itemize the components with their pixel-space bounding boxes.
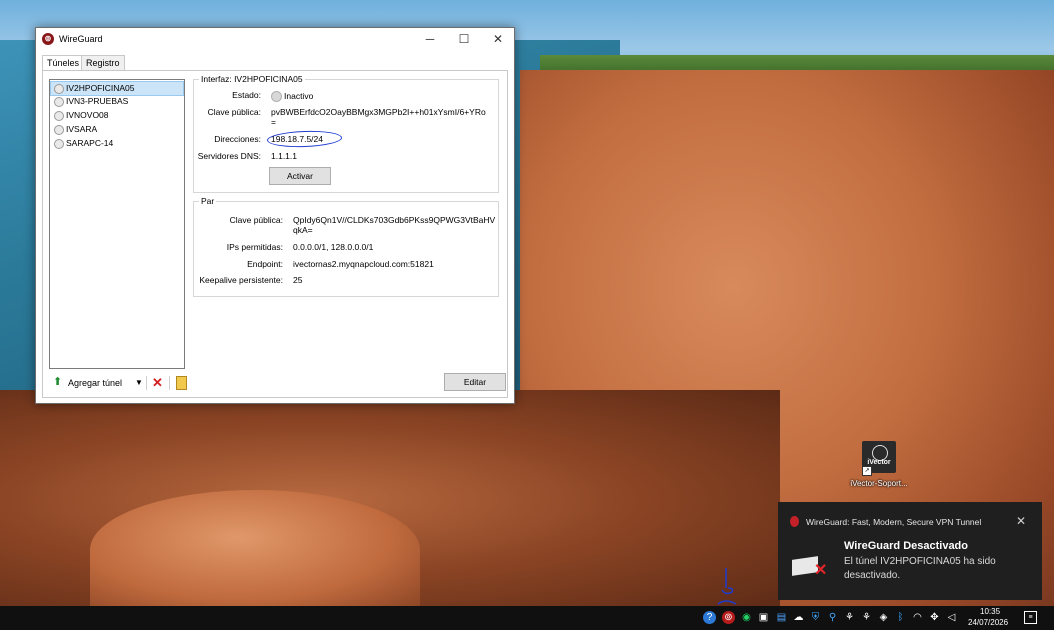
cloud-icon[interactable]: ☁ [792,611,805,624]
shortcut-icon-text: iVector [867,459,891,466]
export-zip-icon[interactable] [176,376,187,390]
dns-value[interactable]: 1.1.1.1 [271,151,297,161]
maximize-button[interactable]: ☐ [448,30,480,48]
status-label: Estado: [232,90,261,100]
dns-label: Servidores DNS: [197,151,261,161]
toolbar-divider [146,376,147,390]
peer-public-key-line: QpIdy6Qn1V//CLDKs703Gdb6PKss9QPWG3VtBaHV [293,215,496,225]
add-tunnel-button[interactable]: Agregar túnel [68,378,122,388]
peer-public-key-line: qkA= [293,225,313,235]
wireguard-dragon-icon: ⊚ [42,33,54,45]
endpoint-label: Endpoint: [247,259,283,269]
status-value: Inactivo [284,91,314,101]
annotation-arrow [717,568,737,605]
chevron-down-icon[interactable]: ▼ [135,378,143,387]
list-item[interactable]: IVN3-PRUEBAS [51,95,183,108]
tunnel-name: IV2HPOFICINA05 [66,83,135,93]
tunnel-name: IVNOVO08 [66,110,109,120]
public-key-line: pvBWBErfdcO2OayBBMgx3MGPb2I++h01xYsmI/6+… [271,107,486,117]
tunnels-panel: IV2HPOFICINA05 IVN3-PRUEBAS IVNOVO08 IVS… [42,70,508,398]
status-dot-icon [54,97,64,107]
status-dot-icon [271,91,282,102]
toast-app-name: WireGuard: Fast, Modern, Secure VPN Tunn… [806,517,982,527]
shortcut-label[interactable]: iVector-Soport... [842,479,916,488]
status-dot-icon [54,111,64,121]
interface-header: Interfaz: IV2HPOFICINA05 [199,74,305,84]
clock-time[interactable]: 10:35 [980,607,1000,616]
endpoint-value[interactable]: ivectornas2.myqnapcloud.com:51821 [293,259,434,269]
wireguard-dragon-icon [790,516,799,527]
public-key-line: = [271,117,276,127]
tab-tuneles[interactable]: Túneles [42,55,85,71]
network-app-icon[interactable]: ⚲ [826,611,839,624]
add-tunnel-icon[interactable]: ⬆ [53,377,65,388]
activate-button[interactable]: Activar [269,167,331,185]
public-key-label: Clave pública: [207,107,261,117]
vpn-disconnected-icon: ✕ [792,554,828,579]
toast-message: El túnel IV2HPOFICINA05 ha sido desactiv… [844,556,996,581]
taskbar: ? ⊚ ◉ ▣ ▤ ☁ ⛨ ⚲ ⚘ ⚘ ◈ ᛒ ◠ ✥ ◁ 10:35 24/0… [0,606,1054,630]
wireguard-window: ⊚ WireGuard ─ ☐ ✕ Túneles Registro IV2HP… [35,27,515,404]
keepalive-value[interactable]: 25 [293,275,302,285]
status-dot-icon [54,139,64,149]
peer-public-key-value[interactable]: QpIdy6Qn1V//CLDKs703Gdb6PKss9QPWG3VtBaHV… [293,215,495,235]
toast-title: WireGuard Desactivado [844,540,968,552]
peer-group: Par Clave pública: QpIdy6Qn1V//CLDKs703G… [193,196,499,297]
peer-header: Par [199,196,217,206]
tunnel-toolbar: ⬆ Agregar túnel ▼ ✕ [49,373,199,393]
list-item[interactable]: IV2HPOFICINA05 [50,81,184,96]
toolbar-divider [169,376,170,390]
toast-notification[interactable]: WireGuard: Fast, Modern, Secure VPN Tunn… [778,502,1042,600]
tunnel-list[interactable]: IV2HPOFICINA05 IVN3-PRUEBAS IVNOVO08 IVS… [49,79,185,369]
app-tray-icon[interactable]: ◈ [877,611,890,624]
peer-public-key-label: Clave pública: [229,215,283,225]
interface-group: Interfaz: IV2HPOFICINA05 Estado: Inactiv… [193,74,499,193]
allowed-ips-value[interactable]: 0.0.0.0/1, 128.0.0.0/1 [293,242,373,252]
wifi-icon[interactable]: ◠ [911,611,924,624]
close-button[interactable]: ✕ [482,30,514,48]
window-title: WireGuard [59,34,103,44]
list-item[interactable]: IVNOVO08 [51,109,183,122]
volume-icon[interactable]: ◁ [945,611,958,624]
app-tray-icon[interactable]: ⚘ [843,611,856,624]
tunnel-name: IVSARA [66,124,98,134]
status-dot-icon [54,125,64,135]
clock-date[interactable]: 24/07/2026 [968,618,1008,627]
status-dot-icon [54,84,64,94]
shield-icon[interactable]: ⛨ [809,611,822,624]
edit-button[interactable]: Editar [444,373,506,391]
app-tray-icon[interactable]: ▣ [757,611,770,624]
list-item[interactable]: SARAPC-14 [51,137,183,150]
app-tray-icon[interactable]: ⚘ [860,611,873,624]
list-item[interactable]: IVSARA [51,123,183,136]
title-bar[interactable]: ⊚ WireGuard ─ ☐ ✕ [36,28,514,51]
public-key-value[interactable]: pvBWBErfdcO2OayBBMgx3MGPb2I++h01xYsmI/6+… [271,107,493,127]
wireguard-tray-icon[interactable]: ⊚ [722,611,735,624]
whatsapp-icon[interactable]: ◉ [740,611,753,624]
minimize-button[interactable]: ─ [414,30,446,48]
addresses-label: Direcciones: [214,134,261,144]
allowed-ips-label: IPs permitidas: [226,242,283,252]
bluetooth-icon[interactable]: ᛒ [894,611,907,624]
desktop-wallpaper-rock [90,490,420,610]
notification-center-icon[interactable]: ≡ [1024,611,1037,624]
tab-registro[interactable]: Registro [81,55,125,70]
app-tray-icon[interactable]: ▤ [775,611,788,624]
keepalive-label: Keepalive persistente: [199,275,283,285]
app-tray-icon[interactable]: ✥ [928,611,941,624]
tunnel-name: SARAPC-14 [66,138,114,148]
tunnel-name: IVN3-PRUEBAS [66,96,129,106]
close-icon[interactable]: ✕ [1016,514,1026,528]
help-icon[interactable]: ? [703,611,716,624]
shortcut-arrow-icon: ↗ [862,466,872,476]
delete-tunnel-icon[interactable]: ✕ [152,375,163,391]
